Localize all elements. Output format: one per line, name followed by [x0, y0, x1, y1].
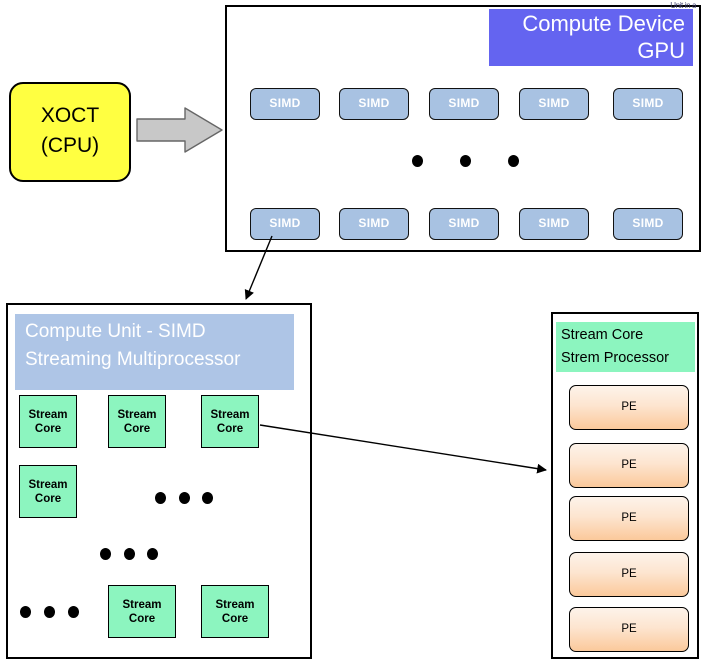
- simd-unit-top-1[interactable]: SIMD: [250, 88, 320, 120]
- ellipsis-dot-cu-a2: [179, 492, 190, 504]
- simd-unit-top-4[interactable]: SIMD: [519, 88, 589, 120]
- stream-core-4[interactable]: Stream Core: [19, 465, 77, 518]
- stream-core-5[interactable]: Stream Core: [108, 585, 176, 638]
- ellipsis-dot-cu-b3: [147, 548, 158, 560]
- overlap-text-artifact: Unit in a: [670, 1, 696, 10]
- stream-core-panel-header-line2: Strem Processor: [561, 350, 669, 366]
- ellipsis-dot-device-2: [460, 155, 471, 167]
- ellipsis-dot-device-1: [412, 155, 423, 167]
- stream-core-1[interactable]: Stream Core: [19, 395, 77, 448]
- stream-core-2-line1: Stream: [117, 408, 157, 421]
- simd-unit-top-3[interactable]: SIMD: [429, 88, 499, 120]
- stream-core-2-line2: Core: [123, 422, 151, 435]
- compute-unit-header: Compute Unit - SIMD Streaming Multiproce…: [15, 314, 294, 390]
- stream-core-1-line2: Core: [34, 422, 62, 435]
- stream-core-3-line2: Core: [216, 422, 244, 435]
- simd-unit-bottom-4[interactable]: SIMD: [519, 208, 589, 240]
- pe-unit-1[interactable]: PE: [569, 385, 689, 430]
- stream-core-panel: Stream Core Strem Processor PE PE PE PE …: [551, 312, 699, 659]
- stream-core-2[interactable]: Stream Core: [108, 395, 166, 448]
- ellipsis-dot-cu-b2: [124, 548, 135, 560]
- pe-unit-3[interactable]: PE: [569, 496, 689, 541]
- diagram-canvas: XOCT (CPU) Compute Device GPU SIMD SIMD …: [0, 0, 701, 659]
- simd-unit-bottom-5[interactable]: SIMD: [613, 208, 683, 240]
- host-cpu-box[interactable]: XOCT (CPU): [9, 82, 131, 182]
- stream-core-4-line2: Core: [34, 492, 62, 505]
- ellipsis-dot-cu-b1: [100, 548, 111, 560]
- stream-core-4-line1: Stream: [28, 478, 68, 491]
- ellipsis-dot-device-3: [508, 155, 519, 167]
- simd-unit-top-2[interactable]: SIMD: [339, 88, 409, 120]
- stream-core-panel-header-line1: Stream Core: [561, 327, 644, 343]
- ellipsis-dot-cu-a3: [202, 492, 213, 504]
- simd-unit-top-5[interactable]: SIMD: [613, 88, 683, 120]
- simd-unit-bottom-2[interactable]: SIMD: [339, 208, 409, 240]
- ellipsis-dot-cu-a1: [155, 492, 166, 504]
- compute-unit-header-line1: Compute Unit - SIMD: [25, 321, 206, 342]
- stream-core-5-line1: Stream: [122, 598, 162, 611]
- stream-core-6-line1: Stream: [215, 598, 255, 611]
- stream-core-6-line2: Core: [221, 612, 249, 625]
- simd-unit-bottom-3[interactable]: SIMD: [429, 208, 499, 240]
- pe-unit-5[interactable]: PE: [569, 607, 689, 652]
- block-arrow-cpu-to-gpu: [136, 107, 223, 153]
- compute-device-header: Compute Device GPU: [489, 9, 693, 66]
- stream-core-3[interactable]: Stream Core: [201, 395, 259, 448]
- stream-core-6[interactable]: Stream Core: [201, 585, 269, 638]
- ellipsis-dot-cu-c2: [44, 606, 55, 618]
- stream-core-5-line2: Core: [128, 612, 156, 625]
- compute-unit-panel: Compute Unit - SIMD Streaming Multiproce…: [6, 303, 312, 659]
- compute-unit-header-line2: Streaming Multiprocessor: [25, 349, 241, 370]
- host-cpu-line1: XOCT: [40, 104, 100, 127]
- stream-core-3-line1: Stream: [210, 408, 250, 421]
- ellipsis-dot-cu-c1: [20, 606, 31, 618]
- simd-unit-bottom-1[interactable]: SIMD: [250, 208, 320, 240]
- compute-device-panel: Compute Device GPU SIMD SIMD SIMD SIMD S…: [225, 5, 701, 252]
- pe-unit-4[interactable]: PE: [569, 552, 689, 597]
- pe-unit-2[interactable]: PE: [569, 443, 689, 488]
- stream-core-1-line1: Stream: [28, 408, 68, 421]
- ellipsis-dot-cu-c3: [68, 606, 79, 618]
- host-cpu-line2: (CPU): [40, 134, 100, 157]
- compute-device-header-line2: GPU: [637, 38, 685, 63]
- stream-core-panel-header: Stream Core Strem Processor: [556, 322, 695, 372]
